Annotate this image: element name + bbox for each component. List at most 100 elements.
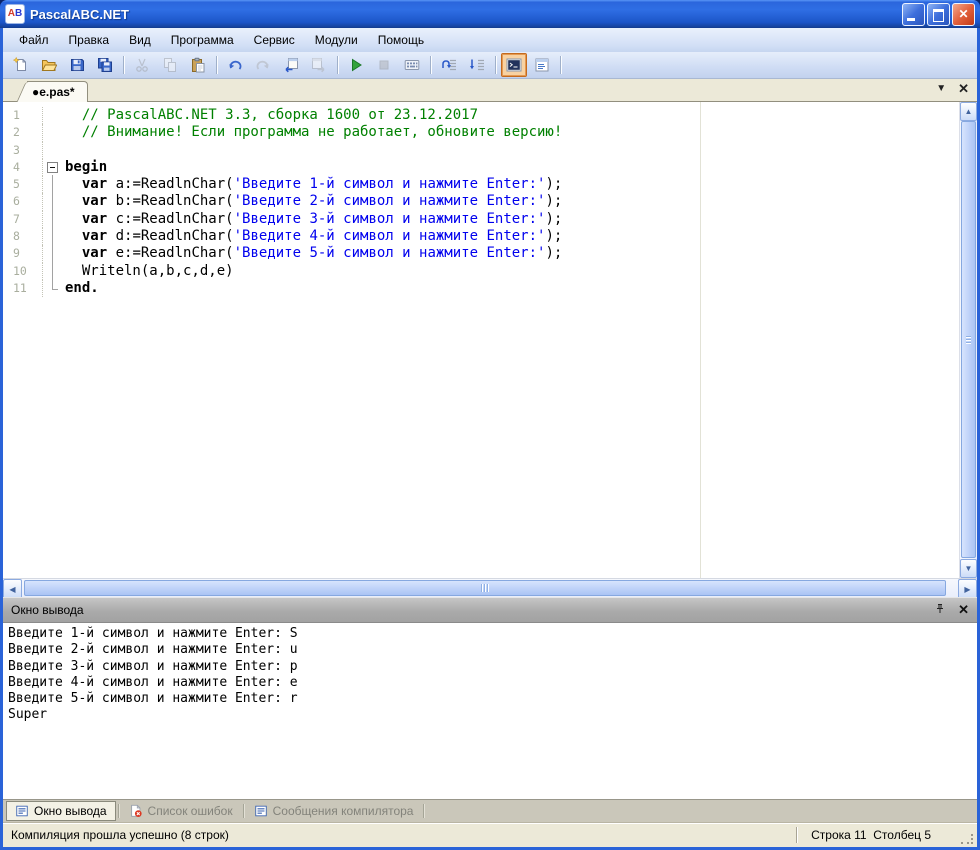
tab-close-icon[interactable]: ✕ (958, 82, 969, 96)
code-text: // Внимание! Если программа не работает,… (62, 124, 562, 141)
horizontal-scrollbar[interactable]: ◀ ▶ (3, 578, 977, 597)
bottom-tab-label: Список ошибок (148, 804, 233, 818)
window-title: PascalABC.NET (30, 7, 129, 22)
output-line: Введите 4-й символ и нажмите Enter: e (8, 675, 972, 691)
console-output-toggle[interactable] (501, 53, 527, 77)
new-file-button[interactable] (8, 53, 34, 77)
menu-file[interactable]: Файл (9, 29, 59, 51)
messages-tab-icon (254, 804, 268, 818)
vertical-scroll-track[interactable] (960, 121, 977, 559)
close-button[interactable] (952, 3, 975, 26)
line-number: 10 (3, 263, 43, 280)
bottom-tab-label: Сообщения компилятора (273, 804, 414, 818)
undo-button[interactable] (222, 53, 248, 77)
code-editor[interactable]: 1 // PascalABC.NET 3.3, сборка 1600 от 2… (3, 102, 959, 578)
output-line: Super (8, 707, 972, 723)
output-close-icon[interactable]: ✕ (958, 604, 969, 616)
navigate-back-button[interactable] (278, 53, 304, 77)
fold-margin (43, 124, 62, 141)
fold-margin (43, 280, 62, 297)
output-console[interactable]: Введите 1-й символ и нажмите Enter: SВве… (3, 623, 977, 799)
step-into-button[interactable] (464, 53, 490, 77)
fold-margin[interactable] (43, 159, 62, 176)
copy-button[interactable] (157, 53, 183, 77)
fold-margin (43, 142, 62, 159)
output-line: Введите 1-й символ и нажмите Enter: S (8, 626, 972, 642)
editor-line: 2 // Внимание! Если программа не работае… (3, 124, 959, 141)
code-text: begin (62, 159, 107, 176)
editor-line: 3 (3, 142, 959, 159)
scroll-left-icon[interactable]: ◀ (3, 579, 22, 599)
minimize-button[interactable] (902, 3, 925, 26)
resize-grip[interactable] (961, 831, 974, 844)
horizontal-scroll-thumb[interactable] (24, 580, 946, 596)
status-separator (796, 827, 797, 843)
bottom-tab-output-window[interactable]: Окно вывода (6, 801, 116, 821)
bottom-tab-error-list[interactable]: Список ошибок (121, 802, 241, 820)
bottom-tab-separator (118, 804, 119, 818)
output-line: Введите 3-й символ и нажмите Enter: p (8, 659, 972, 675)
code-text (62, 142, 65, 159)
horizontal-scroll-track[interactable] (22, 579, 958, 597)
fold-margin (43, 245, 62, 262)
menu-program[interactable]: Программа (161, 29, 244, 51)
scroll-up-icon[interactable]: ▲ (960, 102, 977, 121)
save-all-button[interactable] (92, 53, 118, 77)
vertical-scroll-thumb[interactable] (961, 121, 976, 558)
title-bar: PascalABC.NET (0, 0, 980, 28)
editor-tab-epas[interactable]: ●e.pas* (27, 81, 88, 102)
error-tab-icon (129, 804, 143, 818)
save-button[interactable] (64, 53, 90, 77)
output-line: Введите 2-й символ и нажмите Enter: u (8, 642, 972, 658)
line-number: 2 (3, 124, 43, 141)
scroll-down-icon[interactable]: ▼ (960, 559, 977, 578)
editor-line: 7 var c:=ReadlnChar('Введите 3-й символ … (3, 211, 959, 228)
menu-view[interactable]: Вид (119, 29, 161, 51)
step-over-button[interactable] (436, 53, 462, 77)
status-message: Компиляция прошла успешно (8 строк) (11, 828, 796, 842)
fold-margin (43, 228, 62, 245)
redo-button[interactable] (250, 53, 276, 77)
fold-margin (43, 211, 62, 228)
fold-margin (43, 107, 62, 124)
toolbar-separator (216, 56, 217, 74)
cut-button[interactable] (129, 53, 155, 77)
open-file-button[interactable] (36, 53, 62, 77)
editor-line: 6 var b:=ReadlnChar('Введите 2-й символ … (3, 193, 959, 210)
line-number: 11 (3, 280, 43, 297)
menu-edit[interactable]: Правка (59, 29, 120, 51)
code-text: var b:=ReadlnChar('Введите 2-й символ и … (62, 193, 562, 210)
pin-icon[interactable] (934, 603, 946, 618)
scroll-right-icon[interactable]: ▶ (958, 579, 977, 599)
line-number: 8 (3, 228, 43, 245)
navigate-forward-button[interactable] (306, 53, 332, 77)
editor-line: 1 // PascalABC.NET 3.3, сборка 1600 от 2… (3, 107, 959, 124)
editor-tab-strip: ●e.pas* ▼ ✕ (3, 79, 977, 102)
stop-button[interactable] (371, 53, 397, 77)
virtual-keyboard-button[interactable] (399, 53, 425, 77)
menu-modules[interactable]: Модули (305, 29, 368, 51)
code-text: var e:=ReadlnChar('Введите 5-й символ и … (62, 245, 562, 262)
output-tab-icon (15, 804, 29, 818)
line-number: 9 (3, 245, 43, 262)
code-text: end. (62, 280, 99, 297)
vertical-scrollbar[interactable]: ▲ ▼ (959, 102, 977, 578)
messages-window-button[interactable] (529, 53, 555, 77)
toolbar-separator (337, 56, 338, 74)
window-frame: ФайлПравкаВидПрограммаСервисМодулиПомощь… (0, 28, 980, 850)
maximize-button[interactable] (927, 3, 950, 26)
paste-button[interactable] (185, 53, 211, 77)
menu-service[interactable]: Сервис (244, 29, 305, 51)
tab-list-dropdown-icon[interactable]: ▼ (936, 82, 946, 96)
fold-toggle-icon[interactable] (47, 162, 58, 173)
menu-help[interactable]: Помощь (368, 29, 434, 51)
bottom-tab-separator (243, 804, 244, 818)
status-bar: Компиляция прошла успешно (8 строк) Стро… (3, 822, 977, 847)
run-button[interactable] (343, 53, 369, 77)
code-text: var d:=ReadlnChar('Введите 4-й символ и … (62, 228, 562, 245)
editor-line: 10 Writeln(a,b,c,d,e) (3, 263, 959, 280)
application-window: PascalABC.NET ФайлПравкаВидПрограммаСерв… (0, 0, 980, 850)
bottom-tab-compiler-messages[interactable]: Сообщения компилятора (246, 802, 422, 820)
bottom-tab-strip: Окно вывода Список ошибок Сообщения компил… (3, 799, 977, 822)
bottom-tab-label: Окно вывода (34, 804, 107, 818)
